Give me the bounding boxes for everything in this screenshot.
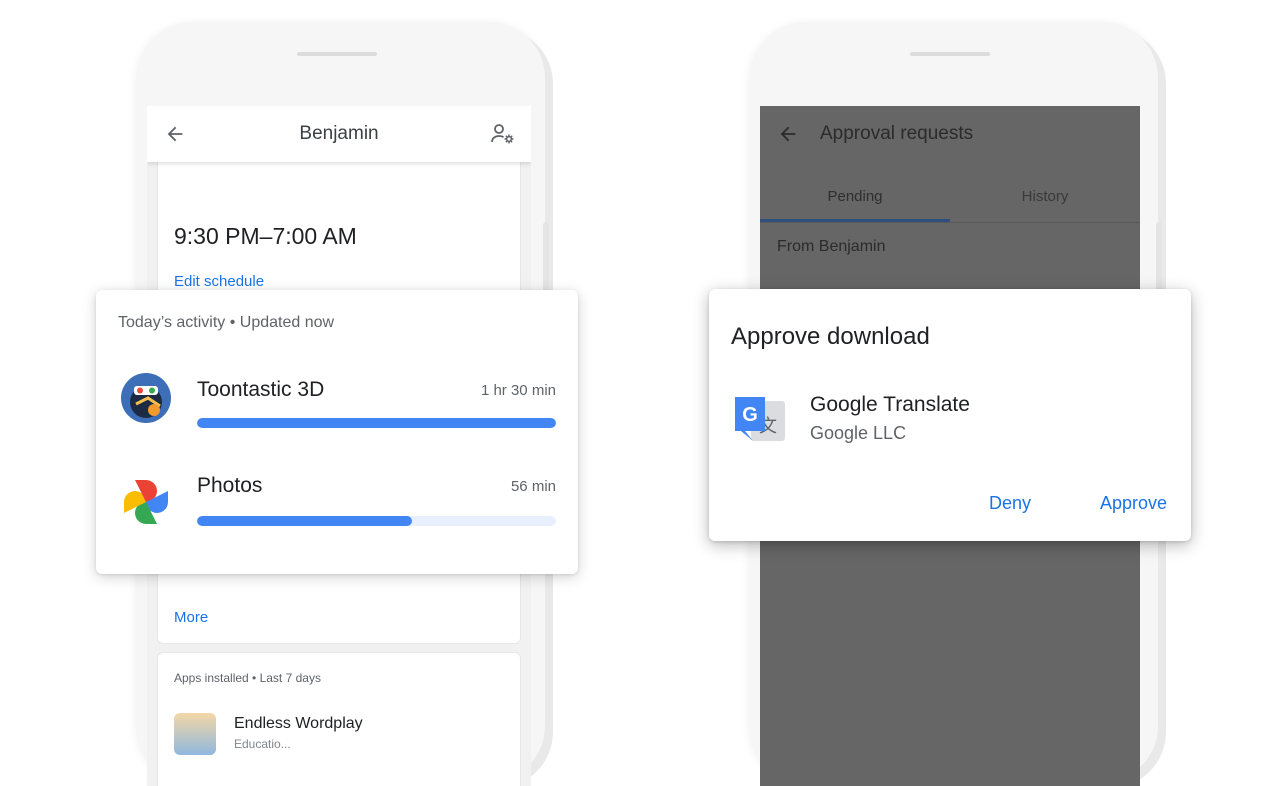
app-bar: Approval requests xyxy=(760,106,1140,162)
phone-side-button xyxy=(1156,222,1162,292)
from-label: From Benjamin xyxy=(777,238,886,255)
activity-row-photos[interactable]: Photos 56 min xyxy=(96,474,578,554)
app-bar: Benjamin xyxy=(147,106,531,162)
apps-installed-card: Apps installed • Last 7 days Endless Wor… xyxy=(157,652,521,786)
activity-row-toontastic[interactable]: Toontastic 3D 1 hr 30 min xyxy=(96,372,578,452)
back-button[interactable] xyxy=(760,106,816,162)
usage-progress-fill xyxy=(197,516,413,526)
schedule-time: 9:30 PM–7:00 AM xyxy=(174,223,357,249)
account-settings-button[interactable] xyxy=(475,106,531,162)
tabs-divider xyxy=(760,222,1140,223)
request-tabs: Pending History xyxy=(760,172,1140,222)
dialog-app-name: Google Translate xyxy=(810,393,970,416)
google-photos-icon xyxy=(120,476,172,528)
usage-progress-track xyxy=(197,516,556,526)
deny-button[interactable]: Deny xyxy=(989,493,1031,514)
back-button[interactable] xyxy=(147,106,203,162)
endless-wordplay-icon xyxy=(174,713,216,755)
app-usage-time: 1 hr 30 min xyxy=(480,382,556,399)
svg-text:G: G xyxy=(742,404,758,426)
edit-schedule-link[interactable]: Edit schedule xyxy=(174,273,264,290)
schedule-card: 9:30 PM–7:00 AM Edit schedule xyxy=(157,150,521,304)
phone-speaker xyxy=(910,52,990,56)
phone-side-button xyxy=(543,222,549,292)
app-name: Toontastic 3D xyxy=(197,378,325,401)
usage-progress-track xyxy=(197,418,556,428)
dialog-app-developer: Google LLC xyxy=(810,423,907,443)
google-translate-icon: 文 G xyxy=(733,391,789,447)
toontastic-app-icon xyxy=(120,372,172,424)
page-title: Benjamin xyxy=(299,123,379,144)
apps-installed-header: Apps installed • Last 7 days xyxy=(174,671,321,685)
person-settings-icon xyxy=(491,124,514,144)
app-name: Photos xyxy=(197,474,263,497)
more-link[interactable]: More xyxy=(174,609,208,626)
dialog-title: Approve download xyxy=(731,323,930,350)
activity-header: Today’s activity • Updated now xyxy=(118,314,335,331)
tab-history[interactable]: History xyxy=(950,172,1140,216)
arrow-back-icon xyxy=(167,126,183,142)
arrow-back-icon xyxy=(780,126,796,142)
todays-activity-card: Today’s activity • Updated now Toontasti… xyxy=(96,290,578,574)
page-title: Approval requests xyxy=(820,123,974,144)
tab-pending[interactable]: Pending xyxy=(760,172,950,222)
installed-app-name[interactable]: Endless Wordplay xyxy=(234,715,363,733)
usage-progress-fill xyxy=(197,418,556,428)
approve-download-dialog: Approve download 文 G Google Translate Go… xyxy=(709,289,1191,541)
phone-speaker xyxy=(297,52,377,56)
approve-button[interactable]: Approve xyxy=(1100,493,1167,514)
installed-app-category: Educatio... xyxy=(234,737,291,751)
app-usage-time: 56 min xyxy=(510,478,556,495)
